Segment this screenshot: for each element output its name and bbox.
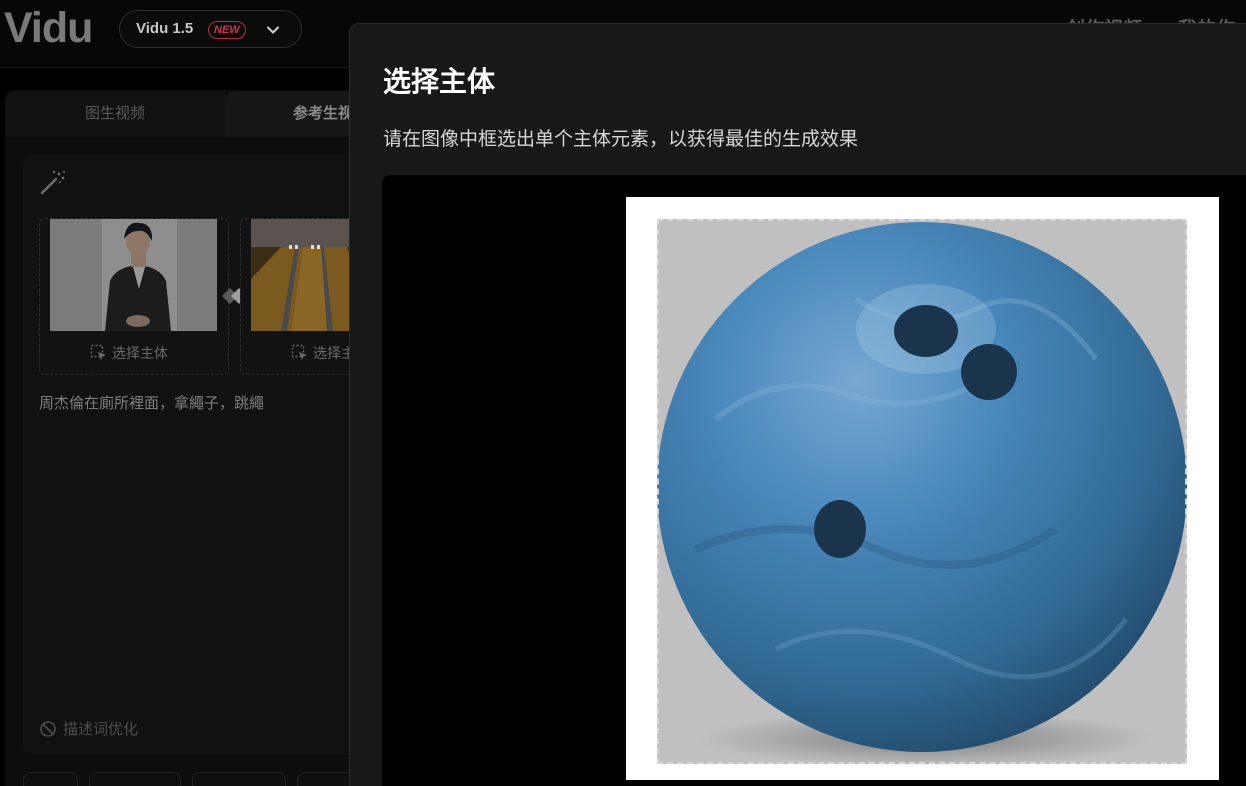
app-root: Vidu Vidu 1.5 NEW 创作视频 我的作 图生视频 参考生视 [0,0,1246,786]
option-button-2[interactable] [89,772,181,786]
new-badge: NEW [208,21,246,39]
select-subject-button-1[interactable]: 选择主体 [90,343,168,363]
reference-slot-1[interactable]: 选择主体 [39,218,229,375]
option-button-4[interactable] [297,772,357,786]
prompt-input[interactable]: 周杰倫在廁所裡面，拿繩子，跳繩 [39,392,264,413]
chevron-down-icon [267,26,279,34]
reference-image-person [50,219,217,331]
disabled-icon [40,720,56,737]
select-subject-icon [291,344,307,360]
option-button-3[interactable] [192,772,286,786]
modal-title: 选择主体 [383,65,496,98]
optimize-label: 描述词优化 [63,720,139,738]
option-button-1[interactable] [23,772,78,786]
bowling-alley-photo [251,219,361,331]
model-name: Vidu 1.5 [136,20,194,37]
magic-wand-icon[interactable] [39,168,67,196]
select-subject-icon [90,344,106,360]
select-subject-label: 选择主体 [112,346,168,362]
selection-crop-box[interactable] [657,219,1187,764]
reference-image-bowling-alley [251,219,361,331]
prompt-optimize-toggle[interactable]: 描述词优化 [39,718,138,739]
app-logo[interactable]: Vidu [4,4,93,53]
modal-subtitle: 请在图像中框选出单个主体元素，以获得最佳的生成效果 [383,128,859,150]
model-select[interactable]: Vidu 1.5 NEW [119,10,302,48]
person-photo [50,219,217,331]
tab-reference-to-video[interactable]: 参考生视 [225,91,365,137]
reference-slot-2[interactable]: 选择主体 [240,218,369,375]
tab-image-to-video[interactable]: 图生视频 [5,91,225,137]
